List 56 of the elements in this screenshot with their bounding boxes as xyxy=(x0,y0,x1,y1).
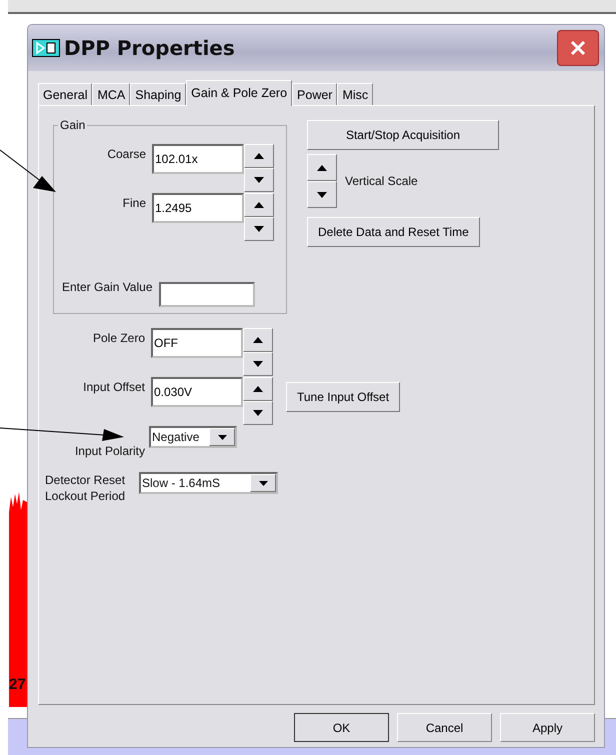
tab[interactable]: Power xyxy=(292,83,338,105)
spin-down-button[interactable] xyxy=(244,217,274,241)
input-field[interactable]: 0.030V xyxy=(151,377,243,407)
input-field[interactable] xyxy=(158,282,254,307)
down-arrow-icon xyxy=(254,226,264,232)
input-field[interactable]: OFF xyxy=(151,328,243,358)
axis-label: 27 xyxy=(9,676,26,693)
spin-up-button[interactable] xyxy=(244,193,274,217)
dialog-button[interactable]: OK xyxy=(294,713,389,742)
up-arrow-icon xyxy=(253,386,263,392)
arrow xyxy=(0,150,56,192)
window-title: DPP Properties xyxy=(64,36,236,60)
field-label: Input Offset xyxy=(82,379,146,394)
field-label: Enter Gain Value xyxy=(61,280,154,294)
up-arrow-icon xyxy=(317,164,327,170)
dropdown[interactable]: Negative xyxy=(149,426,237,448)
dialog-button[interactable]: Cancel xyxy=(397,713,492,742)
tab[interactable]: MCA xyxy=(92,83,130,105)
group-title: Gain xyxy=(59,118,86,132)
app-icon xyxy=(32,39,60,57)
dropdown[interactable]: Slow - 1.64mS xyxy=(139,472,278,494)
down-arrow-icon xyxy=(317,192,327,198)
spin-up-button[interactable] xyxy=(243,377,273,401)
spin-up-button[interactable] xyxy=(244,144,274,168)
tune-input-offset-button[interactable]: Tune Input Offset xyxy=(286,382,400,412)
field-label: Vertical Scale xyxy=(345,174,418,188)
close-button[interactable] xyxy=(557,30,599,66)
field-label: Coarse xyxy=(106,146,147,161)
field-label: Input Polarity xyxy=(74,444,146,458)
up-arrow-icon xyxy=(254,202,264,208)
down-arrow-icon xyxy=(253,410,263,416)
dialog-button[interactable]: Apply xyxy=(500,713,595,742)
tab[interactable]: General xyxy=(38,83,92,105)
field-label: Pole Zero xyxy=(92,330,146,345)
up-arrow-icon xyxy=(253,337,263,343)
field-label: Detector Reset Lockout Period xyxy=(45,472,126,504)
spin-down-button[interactable] xyxy=(243,352,273,376)
delete-reset-button[interactable]: Delete Data and Reset Time xyxy=(307,217,480,247)
tab[interactable]: Shaping xyxy=(130,83,186,105)
spin-up-button[interactable] xyxy=(243,328,273,352)
spin-down-button[interactable] xyxy=(244,168,274,192)
tab[interactable]: Gain & Pole Zero xyxy=(186,80,292,106)
down-arrow-icon xyxy=(254,177,264,183)
tab[interactable]: Misc xyxy=(337,83,374,105)
down-arrow-icon xyxy=(253,361,263,367)
spin-down-button[interactable] xyxy=(243,401,273,425)
caret-icon xyxy=(258,480,268,486)
input-field[interactable]: 102.01x xyxy=(152,144,244,174)
field-label: Fine xyxy=(122,195,147,210)
caret-icon xyxy=(218,434,226,440)
input-field[interactable]: 1.2495 xyxy=(152,193,244,223)
up-arrow-icon xyxy=(254,153,264,159)
start-stop-button[interactable]: Start/Stop Acquisition xyxy=(307,120,499,150)
close-icon xyxy=(570,40,586,56)
spin-down-button[interactable] xyxy=(307,181,337,208)
spin-up-button[interactable] xyxy=(307,154,337,181)
